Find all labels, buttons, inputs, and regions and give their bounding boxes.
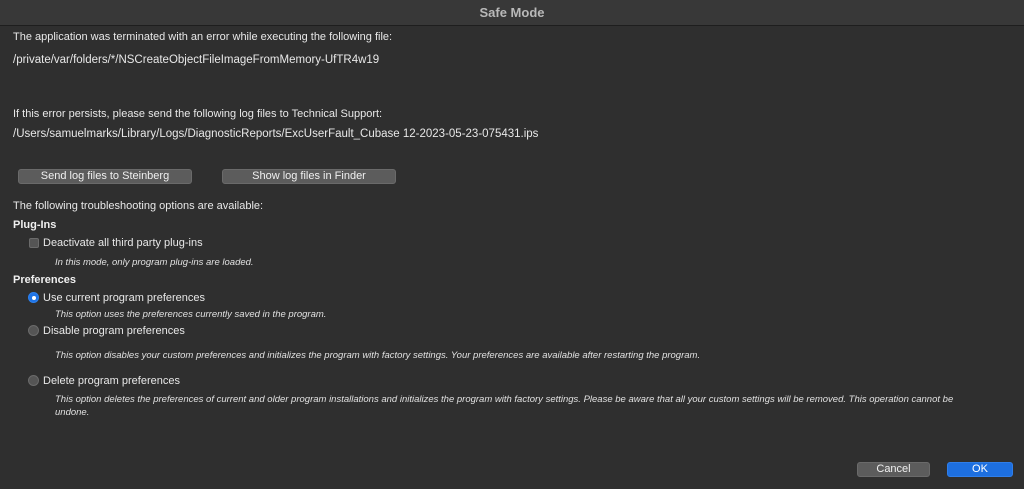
persist-text: If this error persists, please send the … bbox=[13, 108, 383, 120]
use-current-preferences-radio[interactable] bbox=[28, 292, 39, 303]
disable-preferences-label[interactable]: Disable program preferences bbox=[43, 325, 185, 337]
show-log-files-button[interactable]: Show log files in Finder bbox=[222, 169, 396, 184]
error-intro-text: The application was terminated with an e… bbox=[13, 31, 393, 43]
plugins-heading: Plug-Ins bbox=[13, 219, 57, 231]
delete-preferences-label[interactable]: Delete program preferences bbox=[43, 375, 180, 387]
error-file-path: /private/var/folders/*/NSCreateObjectFil… bbox=[13, 54, 380, 66]
title-bar[interactable]: Safe Mode bbox=[0, 0, 1024, 26]
delete-preferences-hint: This option deletes the preferences of c… bbox=[55, 394, 954, 418]
window-title: Safe Mode bbox=[479, 5, 545, 20]
send-log-files-button[interactable]: Send log files to Steinberg bbox=[18, 169, 192, 184]
deactivate-plugins-checkbox[interactable] bbox=[29, 238, 39, 248]
deactivate-plugins-hint: In this mode, only program plug-ins are … bbox=[55, 257, 254, 268]
disable-preferences-radio[interactable] bbox=[28, 325, 39, 336]
disable-preferences-hint: This option disables your custom prefere… bbox=[55, 350, 701, 361]
deactivate-plugins-label[interactable]: Deactivate all third party plug-ins bbox=[43, 237, 203, 249]
ok-button[interactable]: OK bbox=[947, 462, 1013, 477]
log-file-path: /Users/samuelmarks/Library/Logs/Diagnost… bbox=[13, 128, 539, 140]
cancel-button[interactable]: Cancel bbox=[857, 462, 930, 477]
troubleshooting-intro: The following troubleshooting options ar… bbox=[13, 200, 264, 212]
preferences-heading: Preferences bbox=[13, 274, 76, 286]
use-current-preferences-hint: This option uses the preferences current… bbox=[55, 309, 327, 320]
use-current-preferences-label[interactable]: Use current program preferences bbox=[43, 292, 205, 304]
safe-mode-dialog: Safe Mode The application was terminated… bbox=[0, 0, 1024, 489]
delete-preferences-radio[interactable] bbox=[28, 375, 39, 386]
